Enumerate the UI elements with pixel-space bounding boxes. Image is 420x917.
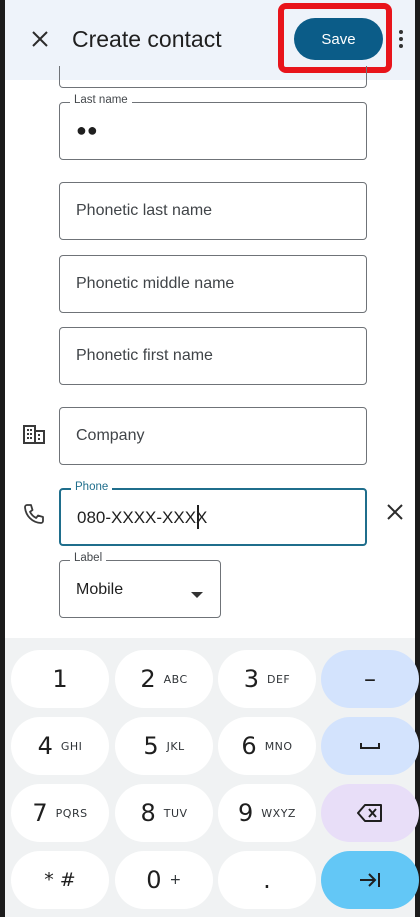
- key-8[interactable]: 8 TUV: [115, 784, 213, 842]
- phone-label: Phone: [71, 481, 113, 493]
- dropdown-arrow-icon: [191, 586, 203, 604]
- save-highlight-box: [278, 3, 392, 73]
- company-field[interactable]: Company: [59, 407, 367, 465]
- page-title: Create contact: [72, 26, 222, 52]
- phone-type-label: Label: [70, 552, 107, 564]
- last-name-label: Last name: [70, 94, 132, 106]
- first-name-field[interactable]: [59, 66, 367, 88]
- key-1[interactable]: 1: [11, 650, 109, 708]
- phone-type-value: Mobile: [76, 581, 124, 598]
- key-backspace[interactable]: [321, 784, 419, 842]
- phonetic-last-name-placeholder: Phonetic last name: [76, 202, 213, 219]
- key-7[interactable]: 7 PQRS: [11, 784, 109, 842]
- backspace-icon: [357, 804, 382, 822]
- key-9[interactable]: 9 WXYZ: [218, 784, 316, 842]
- more-options-icon[interactable]: [396, 28, 406, 52]
- key-4[interactable]: 4 GHI: [11, 717, 109, 775]
- numeric-keyboard: 1 2 ABC 3 DEF – 4 GHI 5 JKL 6 MNO 7 PQRS 8 TUV …: [5, 638, 419, 917]
- key-next[interactable]: [321, 851, 419, 909]
- phone-type-select[interactable]: Label Mobile: [59, 552, 221, 618]
- key-5[interactable]: 5 JKL: [115, 717, 213, 775]
- phone-value: 080-XXXX-XXXX: [77, 508, 208, 527]
- key-minus[interactable]: –: [321, 650, 419, 708]
- key-3[interactable]: 3 DEF: [218, 650, 316, 708]
- company-placeholder: Company: [76, 427, 145, 444]
- key-2[interactable]: 2 ABC: [115, 650, 213, 708]
- key-star-hash[interactable]: * #: [11, 851, 109, 909]
- phone-icon: [22, 502, 46, 531]
- phonetic-first-name-field[interactable]: Phonetic first name: [59, 327, 367, 385]
- key-space[interactable]: [321, 717, 419, 775]
- last-name-field[interactable]: Last name ●●: [59, 94, 367, 160]
- key-6[interactable]: 6 MNO: [218, 717, 316, 775]
- remove-phone-icon[interactable]: [386, 503, 404, 526]
- phonetic-middle-name-field[interactable]: Phonetic middle name: [59, 255, 367, 313]
- key-0[interactable]: 0 +: [115, 851, 213, 909]
- phonetic-last-name-field[interactable]: Phonetic last name: [59, 182, 367, 240]
- last-name-value: ●●: [76, 120, 98, 140]
- text-cursor: [197, 505, 199, 529]
- phone-field[interactable]: Phone 080-XXXX-XXXX: [59, 481, 367, 546]
- company-building-icon: [23, 424, 45, 449]
- key-dot[interactable]: .: [218, 851, 316, 909]
- phonetic-middle-name-placeholder: Phonetic middle name: [76, 275, 235, 292]
- close-icon[interactable]: [25, 24, 55, 54]
- next-field-icon: [360, 873, 380, 887]
- phonetic-first-name-placeholder: Phonetic first name: [76, 347, 213, 364]
- space-icon: [360, 743, 380, 749]
